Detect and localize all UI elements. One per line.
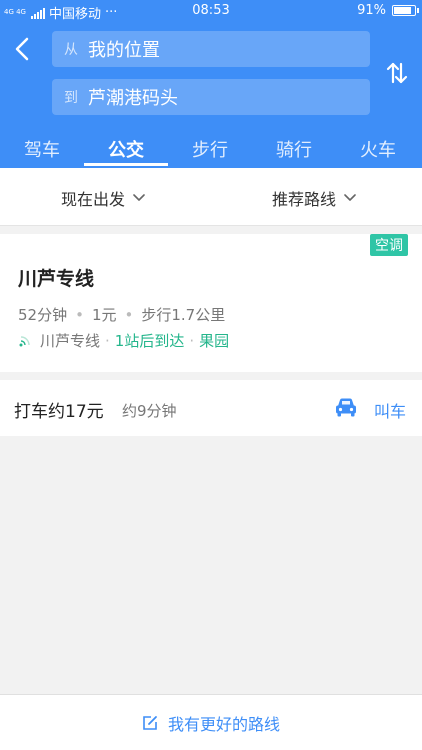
swap-icon — [386, 62, 408, 84]
destination-field[interactable]: 到 芦潮港码头 — [52, 79, 370, 115]
route-walk-distance: 步行1.7公里 — [141, 306, 226, 324]
route-duration: 52分钟 — [18, 306, 68, 324]
route-summary: 52分钟 • 1元 • 步行1.7公里 — [18, 304, 225, 325]
status-bar: 4G 4G 中国移动 ··· 08:53 91% — [0, 0, 422, 22]
origin-prefix: 从 — [64, 42, 78, 58]
station-name: 果园 — [199, 332, 230, 350]
route-sort-label: 推荐路线 — [272, 190, 337, 209]
tab-walk[interactable]: 步行 — [168, 136, 252, 162]
air-conditioning-badge: 空调 — [370, 234, 408, 256]
battery-percent: 91% — [357, 3, 386, 18]
separator-dot: · — [105, 331, 110, 350]
back-button[interactable] — [12, 36, 34, 62]
route-search-header: 从 我的位置 到 芦潮港码头 驾车 公交 步行 骑行 火车 — [0, 22, 422, 168]
edit-icon — [143, 716, 157, 730]
separator-dot: · — [189, 331, 195, 350]
line-name: 川芦专线 — [40, 332, 101, 350]
car-icon[interactable] — [334, 396, 358, 418]
stops-until-arrival: 1站后到达 — [114, 332, 185, 350]
route-card[interactable]: 空调 川芦专线 52分钟 • 1元 • 步行1.7公里 川芦专线 · 1站后到达… — [0, 234, 422, 372]
tab-transit[interactable]: 公交 — [84, 136, 168, 162]
separator-dot: • — [75, 305, 84, 324]
swap-button[interactable] — [386, 60, 408, 86]
tab-drive[interactable]: 驾车 — [0, 136, 84, 162]
realtime-signal-icon — [19, 335, 30, 346]
route-name: 川芦专线 — [18, 268, 95, 290]
call-taxi-button[interactable]: 叫车 — [374, 398, 406, 422]
destination-prefix: 到 — [64, 90, 78, 106]
better-route-label: 我有更好的路线 — [167, 715, 280, 734]
taxi-price: 打车约17元 — [14, 402, 104, 422]
departure-time-label: 现在出发 — [61, 190, 126, 209]
tab-train[interactable]: 火车 — [336, 136, 420, 162]
separator-dot: • — [124, 305, 134, 324]
tab-bike[interactable]: 骑行 — [252, 136, 336, 162]
battery-icon — [392, 5, 419, 16]
better-route-button[interactable]: 我有更好的路线 — [0, 711, 422, 735]
taxi-card: 打车约17元 约9分钟 叫车 — [0, 380, 422, 436]
active-tab-indicator — [84, 163, 168, 166]
route-price: 1元 — [91, 306, 117, 324]
chevron-down-icon — [344, 194, 356, 201]
route-sort-dropdown[interactable]: 推荐路线 — [272, 186, 356, 210]
destination-value: 芦潮港码头 — [88, 88, 178, 109]
transport-tabs: 驾车 公交 步行 骑行 火车 — [0, 130, 422, 168]
taxi-time: 约9分钟 — [122, 402, 177, 420]
filter-bar: 现在出发 推荐路线 — [0, 168, 422, 226]
departure-time-dropdown[interactable]: 现在出发 — [61, 186, 145, 210]
chevron-down-icon — [133, 194, 145, 201]
origin-field[interactable]: 从 我的位置 — [52, 31, 370, 67]
back-arrow-icon — [15, 37, 29, 61]
better-route-bar[interactable]: 我有更好的路线 — [0, 694, 422, 750]
origin-value: 我的位置 — [88, 40, 160, 61]
status-right: 91% — [357, 3, 419, 18]
route-stop-info: 川芦专线 · 1站后到达 · 果园 — [18, 330, 229, 351]
